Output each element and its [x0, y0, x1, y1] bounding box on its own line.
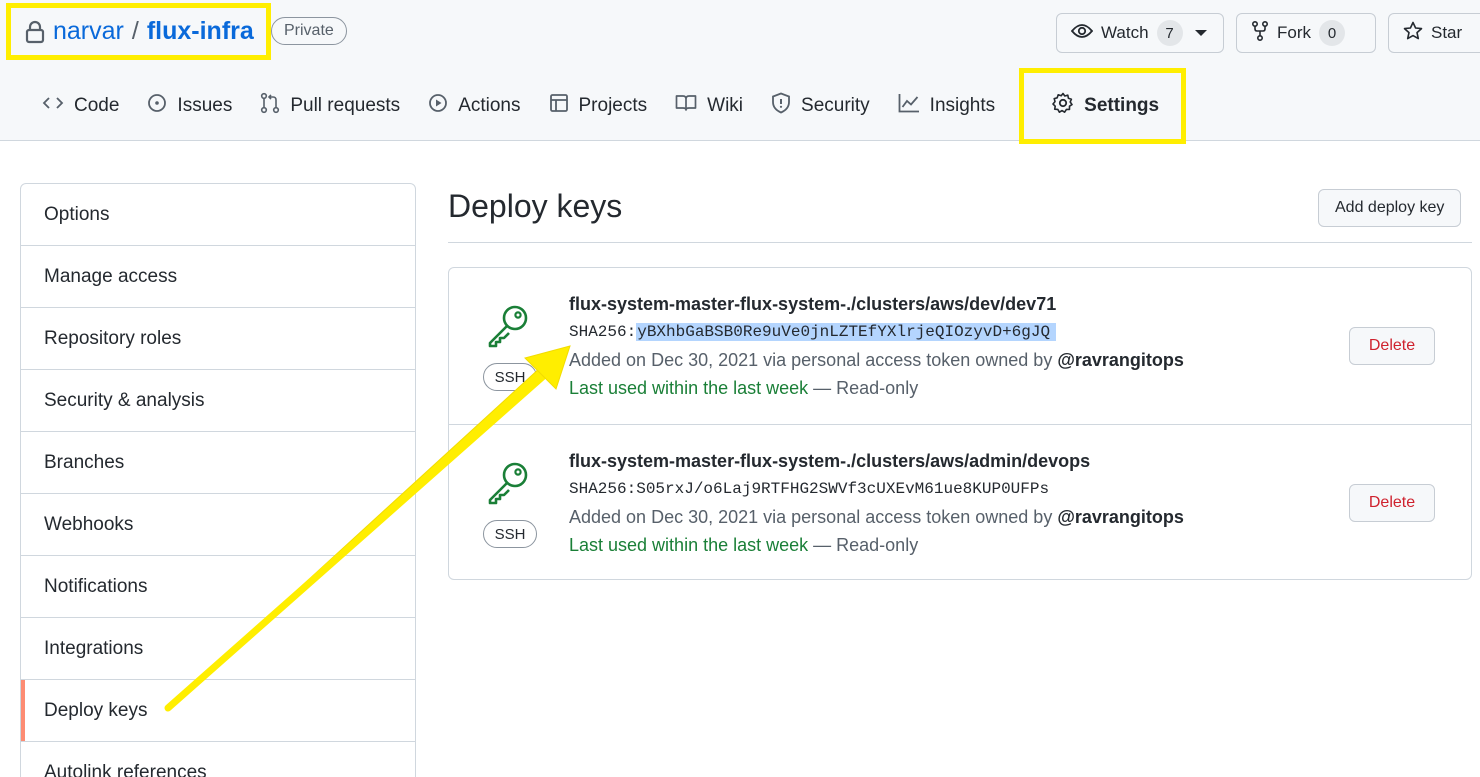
repo-title: narvar / flux-infra	[6, 3, 271, 60]
repo-header: narvar / flux-infra Private Watch 7 Fork…	[0, 0, 1480, 144]
key-icon	[485, 459, 533, 510]
tab-label: Actions	[458, 94, 521, 116]
tab-label: Pull requests	[290, 94, 401, 116]
chevron-down-icon	[1194, 30, 1207, 36]
tab-label: Settings	[1084, 94, 1160, 116]
star-label: Star	[1431, 23, 1463, 42]
sidebar-item-repository-roles[interactable]: Repository roles	[21, 308, 415, 370]
sidebar-item-branches[interactable]: Branches	[21, 432, 415, 494]
repo-owner-link[interactable]: narvar	[53, 17, 124, 46]
settings-sidebar: Options Manage access Repository roles S…	[20, 183, 416, 777]
watch-label: Watch	[1101, 23, 1149, 42]
key-fingerprint: SHA256:S05rxJ/o6Laj9RTFHG2SWVf3cUXEvM61u…	[569, 480, 1049, 498]
repo-nav-tabs: Code Issues Pull requests Actions Projec…	[28, 67, 1187, 144]
deploy-key-title: flux-system-master-flux-system-./cluster…	[569, 294, 1057, 314]
shield-icon	[771, 92, 791, 120]
play-icon	[428, 93, 448, 119]
tab-label: Security	[801, 94, 870, 116]
tab-insights[interactable]: Insights	[884, 70, 1009, 141]
star-icon	[1403, 21, 1423, 46]
tab-wiki[interactable]: Wiki	[661, 70, 757, 141]
graph-icon	[898, 93, 920, 119]
repo-actions: Watch 7 Fork 0 Star	[1056, 13, 1480, 53]
star-button[interactable]: Star	[1388, 13, 1480, 53]
key-usage-info: Last used within the last week — Read-on…	[569, 378, 918, 399]
add-deploy-key-button[interactable]: Add deploy key	[1318, 189, 1462, 227]
page-title: Deploy keys	[448, 188, 623, 224]
pull-request-icon	[260, 92, 280, 120]
tab-actions[interactable]: Actions	[414, 70, 534, 141]
tab-label: Wiki	[707, 94, 744, 116]
fingerprint-value-selected[interactable]: yBXhbGaBSB0Re9uVe0jnLZTEfYXlrjeQIOzyvD+6…	[636, 323, 1057, 341]
sidebar-item-notifications[interactable]: Notifications	[21, 556, 415, 618]
added-text: Added on Dec 30, 2021 via personal acces…	[569, 350, 1058, 370]
tab-code[interactable]: Code	[28, 70, 133, 141]
key-usage-info: Last used within the last week — Read-on…	[569, 535, 918, 556]
lock-icon	[25, 19, 47, 45]
deploy-key-row: SSH flux-system-master-flux-system-./clu…	[449, 424, 1471, 580]
sidebar-item-manage-access[interactable]: Manage access	[21, 246, 415, 308]
tab-security[interactable]: Security	[757, 70, 884, 141]
visibility-badge: Private	[271, 17, 347, 45]
last-used-status: Last used within the last week	[569, 378, 809, 398]
watch-button[interactable]: Watch 7	[1056, 13, 1224, 53]
fork-label: Fork	[1277, 23, 1311, 42]
sidebar-item-autolink-references[interactable]: Autolink references	[21, 742, 415, 777]
added-text: Added on Dec 30, 2021 via personal acces…	[569, 507, 1058, 527]
sidebar-item-options[interactable]: Options	[21, 184, 415, 246]
fork-icon	[1251, 20, 1269, 46]
title-divider	[448, 242, 1472, 243]
sidebar-item-security-analysis[interactable]: Security & analysis	[21, 370, 415, 432]
tab-label: Code	[74, 94, 120, 116]
ssh-badge: SSH	[483, 520, 537, 548]
last-used-status: Last used within the last week	[569, 535, 809, 555]
ssh-badge: SSH	[483, 363, 537, 391]
watch-count: 7	[1156, 20, 1183, 46]
gear-icon	[1052, 92, 1074, 120]
fingerprint-prefix: SHA256:	[569, 323, 637, 341]
deploy-keys-list: SSH flux-system-master-flux-system-./clu…	[448, 267, 1472, 580]
sidebar-item-deploy-keys[interactable]: Deploy keys	[21, 680, 415, 742]
tab-label: Issues	[177, 94, 233, 116]
key-added-info: Added on Dec 30, 2021 via personal acces…	[569, 507, 1184, 528]
deploy-key-row: SSH flux-system-master-flux-system-./clu…	[449, 268, 1471, 424]
key-added-info: Added on Dec 30, 2021 via personal acces…	[569, 350, 1184, 371]
tab-label: Insights	[929, 94, 996, 116]
eye-icon	[1070, 23, 1094, 44]
tab-pull-requests[interactable]: Pull requests	[246, 70, 414, 141]
owner-link[interactable]: @ravrangitops	[1057, 350, 1184, 370]
fingerprint-prefix: SHA256:	[569, 480, 637, 498]
fork-button[interactable]: Fork 0	[1236, 13, 1376, 53]
repo-separator: /	[131, 17, 139, 45]
book-icon	[675, 94, 697, 118]
code-icon	[42, 95, 64, 117]
access-level: — Read-only	[808, 378, 919, 398]
key-fingerprint: SHA256:yBXhbGaBSB0Re9uVe0jnLZTEfYXlrjeQI…	[569, 323, 1057, 341]
issue-icon	[147, 93, 167, 119]
tab-settings[interactable]: Settings	[1019, 67, 1187, 144]
delete-key-button[interactable]: Delete	[1349, 484, 1435, 522]
tab-projects[interactable]: Projects	[535, 70, 662, 141]
tab-label: Projects	[578, 94, 648, 116]
repo-name-link[interactable]: flux-infra	[147, 17, 254, 46]
sidebar-item-integrations[interactable]: Integrations	[21, 618, 415, 680]
access-level: — Read-only	[808, 535, 919, 555]
delete-key-button[interactable]: Delete	[1349, 327, 1435, 365]
tab-issues[interactable]: Issues	[133, 70, 246, 141]
key-icon	[485, 302, 533, 353]
owner-link[interactable]: @ravrangitops	[1057, 507, 1184, 527]
sidebar-item-webhooks[interactable]: Webhooks	[21, 494, 415, 556]
deploy-key-title: flux-system-master-flux-system-./cluster…	[569, 451, 1091, 471]
table-icon	[549, 93, 569, 119]
fingerprint-value[interactable]: S05rxJ/o6Laj9RTFHG2SWVf3cUXEvM61ue8KUP0U…	[636, 480, 1049, 498]
fork-count: 0	[1319, 20, 1345, 46]
